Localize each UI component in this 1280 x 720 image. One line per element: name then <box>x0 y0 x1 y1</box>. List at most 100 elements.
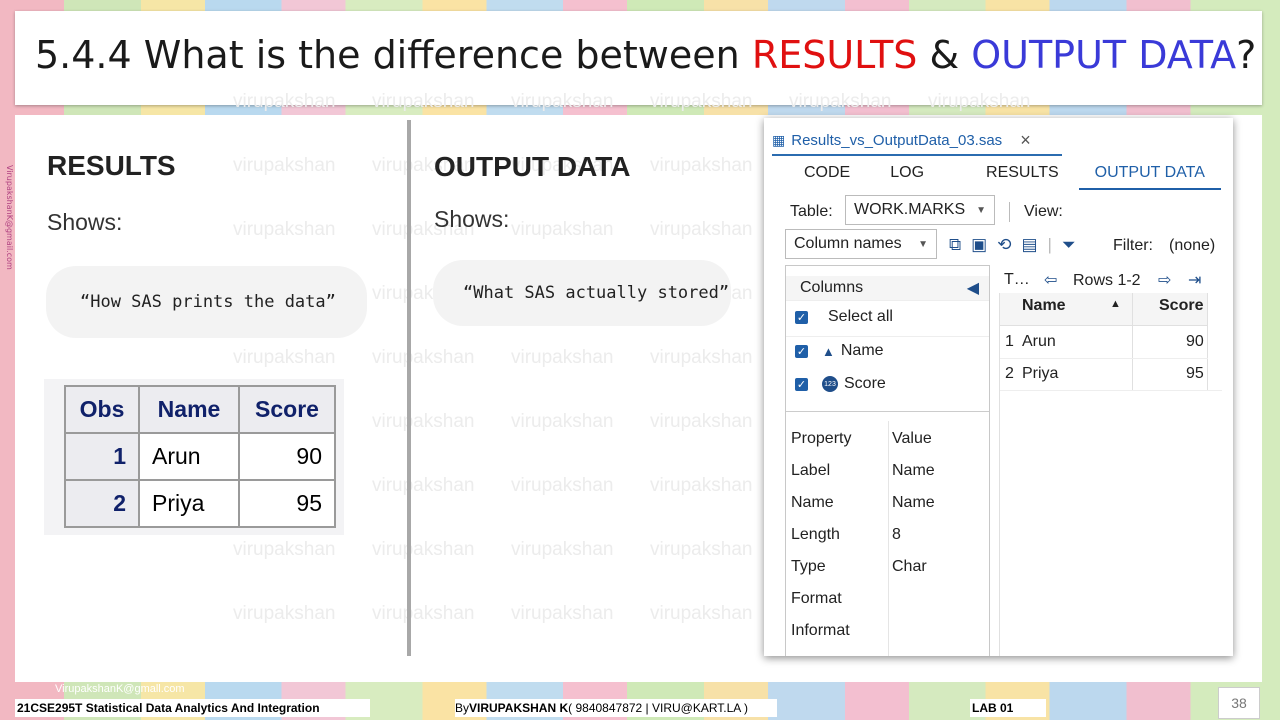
tab-log[interactable]: LOG <box>808 162 966 190</box>
previous-rows-icon[interactable]: ⇦ <box>1044 270 1057 290</box>
property-column-divider <box>888 421 889 656</box>
column-divider <box>407 120 411 656</box>
sas-studio-window: ▦ Results_vs_OutputData_03.sas × CODE LO… <box>764 118 1233 656</box>
results-table-panel: Obs Name Score 1 Arun 90 2 Priya 95 <box>44 379 344 535</box>
tab-output-data[interactable]: OUTPUT DATA <box>1078 162 1221 190</box>
filter-icon[interactable]: ⏷ <box>1062 235 1076 255</box>
watermark-text: virupakshan <box>511 475 614 496</box>
title-prefix: 5.4.4 What is the difference between <box>35 33 752 77</box>
sort-ascending-icon[interactable]: ▲ <box>1110 298 1121 310</box>
grid-cell-score[interactable]: 90 <box>1186 333 1204 351</box>
watermark-text: virupakshan <box>511 347 614 368</box>
sas-tabs: CODE LOG RESULTS OUTPUT DATA <box>784 162 1221 190</box>
grid-cell-score[interactable]: 95 <box>1186 365 1204 383</box>
next-rows-icon[interactable]: ⇨ <box>1158 270 1171 290</box>
copy-table-icon[interactable]: ⧉ <box>949 235 961 255</box>
property-label: Label <box>791 462 831 479</box>
results-shows-label: Shows: <box>47 209 123 235</box>
program-tab[interactable]: ▦ Results_vs_OutputData_03.sas × <box>772 126 1062 156</box>
footer-contact: ( 9840847872 | VIRU@KART.LA ) <box>568 701 748 715</box>
columns-panel: Columns ◀ ✓ Select all ✓ ▲ Name ✓ 123 Sc… <box>785 265 990 656</box>
results-col-score: Score <box>238 385 336 434</box>
score-cell: 90 <box>238 432 336 481</box>
select-all-label: Select all <box>828 308 893 325</box>
checkbox-icon[interactable]: ✓ <box>795 310 808 324</box>
select-all-row[interactable]: ✓ Select all <box>786 304 989 330</box>
output-data-heading: OUTPUT DATA <box>434 151 631 182</box>
column-names-value: Column names <box>794 235 902 252</box>
watermark-text: virupakshan <box>233 155 336 176</box>
property-header: Property <box>791 430 852 447</box>
refresh-icon[interactable]: ⟲ <box>997 235 1011 255</box>
grid-header-score[interactable]: Score <box>1159 297 1203 315</box>
watermark-text: virupakshan <box>372 411 475 432</box>
results-heading: RESULTS <box>47 150 176 181</box>
property-value: 8 <box>892 526 901 543</box>
toolbar-separator: | <box>1047 235 1052 254</box>
watermark-text: virupakshan <box>372 603 475 624</box>
grid-cell-name[interactable]: Arun <box>1022 333 1056 351</box>
column-score-label: Score <box>844 375 886 392</box>
column-row-name[interactable]: ✓ ▲ Name <box>786 336 989 365</box>
name-cell: Priya <box>138 479 240 528</box>
view-columns-icon[interactable]: ▤ <box>1021 235 1037 255</box>
property-value: Name <box>892 462 935 479</box>
watermark-text: virupakshan <box>650 91 753 112</box>
page-number: 38 <box>1218 687 1260 719</box>
close-icon[interactable]: × <box>1020 130 1031 151</box>
program-tab-title: Results_vs_OutputData_03.sas <box>791 131 1003 149</box>
rows-range: Rows 1-2 <box>1073 272 1141 289</box>
property-value: Name <box>892 494 935 511</box>
numeric-type-icon: 123 <box>822 376 838 392</box>
save-icon[interactable]: ▣ <box>971 235 987 255</box>
grid-row-number: 2 <box>1005 365 1014 382</box>
watermark-text: virupakshan <box>372 347 475 368</box>
watermark-text: virupakshan <box>372 475 475 496</box>
panel-separator <box>786 411 989 412</box>
checkbox-icon[interactable]: ✓ <box>795 344 808 358</box>
title-results: RESULTS <box>751 33 918 77</box>
results-quote: “How SAS prints the data” <box>46 266 367 338</box>
watermark-text: virupakshan <box>650 347 753 368</box>
property-label: Name <box>791 494 834 511</box>
property-value: Char <box>892 558 927 575</box>
property-label: Format <box>791 590 842 607</box>
results-col-name: Name <box>138 385 240 434</box>
watermark-text: virupakshan <box>372 539 475 560</box>
watermark-text: virupakshan <box>928 91 1031 112</box>
property-label: Length <box>791 526 840 543</box>
table-select[interactable]: WORK.MARKS ▼ <box>845 195 995 225</box>
side-watermark: VirupakshanK@gmail.com <box>5 165 14 270</box>
watermark-text: virupakshan <box>233 91 336 112</box>
watermark-text: virupakshan <box>233 539 336 560</box>
chevron-down-icon: ▼ <box>976 204 986 216</box>
column-names-select[interactable]: Column names ▼ <box>785 229 937 259</box>
score-cell: 95 <box>238 479 336 528</box>
footer-course: 21CSE295T Statistical Data Analytics And… <box>15 699 370 717</box>
checkbox-icon[interactable]: ✓ <box>795 377 808 391</box>
columns-title: Columns <box>800 279 864 296</box>
filter-value: (none) <box>1169 237 1216 254</box>
watermark-text: virupakshan <box>372 91 475 112</box>
column-row-score[interactable]: ✓ 123 Score <box>786 370 989 398</box>
grid-column-divider <box>1207 293 1208 390</box>
name-cell: Arun <box>138 432 240 481</box>
data-grid: Name ▲ Score 1 Arun 90 2 Priya 95 <box>999 293 1222 656</box>
watermark-text: virupakshan <box>233 603 336 624</box>
character-type-icon: ▲ <box>822 343 835 359</box>
footer-author-name: VIRUPAKSHAN K <box>469 701 569 715</box>
grid-header-name[interactable]: Name <box>1022 297 1066 315</box>
output-shows-label: Shows: <box>434 206 510 232</box>
results-table: Obs Name Score 1 Arun 90 2 Priya 95 <box>64 385 336 528</box>
watermark-text: virupakshan <box>789 91 892 112</box>
watermark-text: virupakshan <box>650 475 753 496</box>
grid-row-separator <box>1000 390 1222 391</box>
output-quote: “What SAS actually stored” <box>433 260 731 326</box>
watermark-text: virupakshan <box>233 347 336 368</box>
last-rows-icon[interactable]: ⇥ <box>1188 270 1201 290</box>
tab-results[interactable]: RESULTS <box>966 162 1079 190</box>
grid-cell-name[interactable]: Priya <box>1022 365 1058 383</box>
collapse-icon[interactable]: ◀ <box>967 278 979 298</box>
watermark-text: virupakshan <box>650 603 753 624</box>
table-row: 2 Priya 95 <box>64 479 336 528</box>
